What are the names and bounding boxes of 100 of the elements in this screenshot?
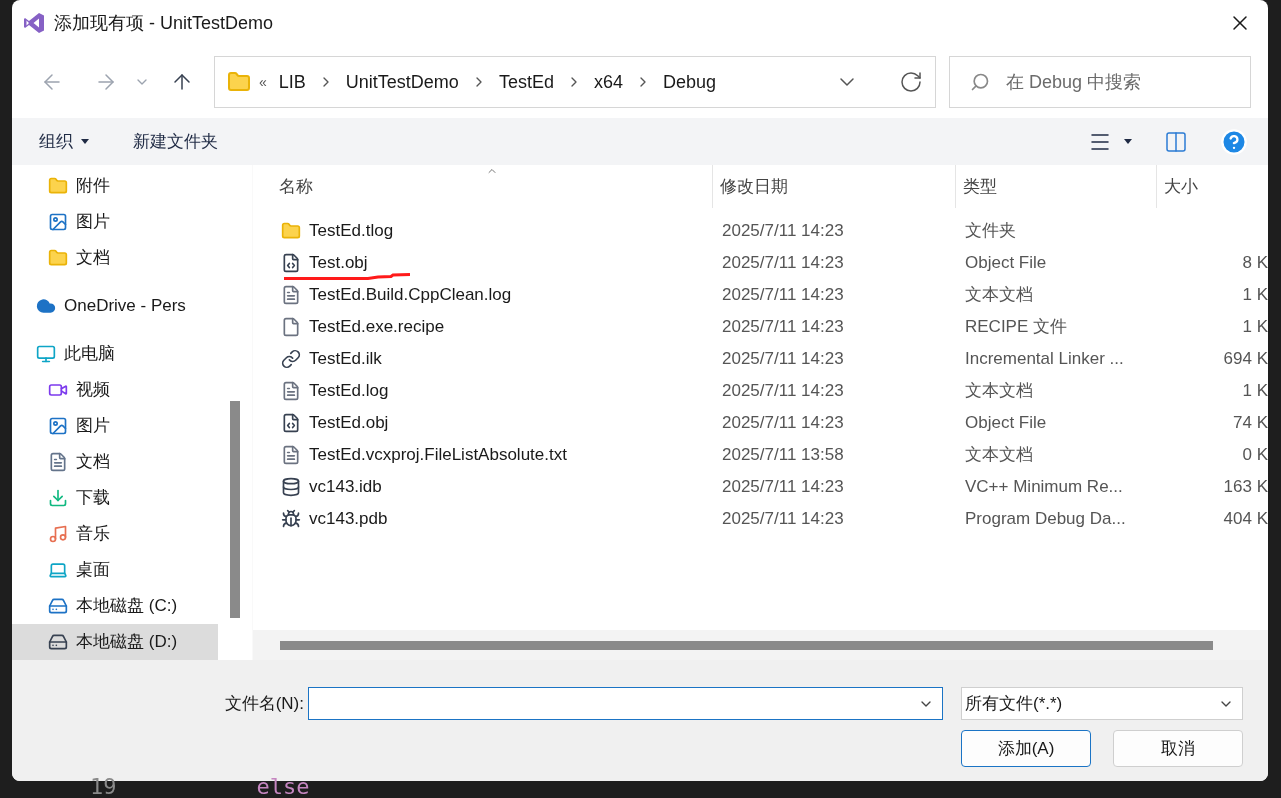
file-size: 74 K xyxy=(1233,412,1268,435)
modified-date: 2025/7/11 14:23 xyxy=(721,476,845,499)
column-header[interactable]: 类型 xyxy=(956,165,1157,208)
help-icon[interactable] xyxy=(1220,127,1248,156)
organize-button[interactable]: 组织 xyxy=(39,128,89,155)
file-size: 694 K xyxy=(1223,348,1268,371)
search-input[interactable]: 在 Debug 中搜索 xyxy=(1006,68,1236,96)
modified-date: 2025/7/11 14:23 xyxy=(721,284,845,307)
file-size: 404 K xyxy=(1223,508,1268,531)
address-bar[interactable]: « LIB UnitTestDemo TestEd x64 Debug xyxy=(214,56,936,108)
file-type: 文件夹 xyxy=(964,220,1017,243)
sidebar-item[interactable]: 附件 xyxy=(12,168,218,204)
new-folder-button[interactable]: 新建文件夹 xyxy=(133,128,218,155)
filename-label: 文件名(N): xyxy=(223,692,304,715)
file-size: 1 K xyxy=(1242,380,1268,403)
line-number: 19 xyxy=(90,776,117,798)
debug-file-icon xyxy=(281,509,301,529)
dialog-button[interactable]: 取消 xyxy=(1113,730,1243,767)
sidebar-item[interactable]: 音乐 xyxy=(12,516,218,552)
modified-date: 2025/7/11 14:23 xyxy=(721,380,845,403)
download-icon xyxy=(48,488,68,508)
file-name: TestEd.exe.recipe xyxy=(309,316,445,339)
file-name: TestEd.Build.CppClean.log xyxy=(309,284,512,307)
breadcrumb[interactable]: TestEd xyxy=(494,68,558,96)
picture-icon xyxy=(48,416,68,436)
column-header[interactable]: 修改日期 xyxy=(713,165,956,208)
search-icon xyxy=(970,72,990,92)
file-type-dropdown[interactable]: 所有文件(*.*) xyxy=(961,687,1243,720)
desktop-icon xyxy=(48,560,68,580)
sidebar-item[interactable]: 图片 xyxy=(12,408,218,444)
file-row[interactable]: TestEd.obj 2025/7/11 14:23 Object File 74 K xyxy=(253,407,1268,439)
file-name: TestEd.log xyxy=(309,380,389,403)
file-row[interactable]: TestEd.tlog 2025/7/11 14:23 文件夹 xyxy=(253,215,1268,247)
sidebar-item[interactable]: 文档 xyxy=(12,240,218,276)
caret-icon xyxy=(81,139,89,144)
scrollbar-thumb[interactable] xyxy=(230,401,240,618)
file-name: TestEd.obj xyxy=(309,412,389,435)
modified-date: 2025/7/11 13:58 xyxy=(721,444,845,467)
search-field[interactable]: 在 Debug 中搜索 xyxy=(949,56,1251,108)
column-header[interactable]: 名称 xyxy=(253,165,713,208)
file-size: 0 K xyxy=(1242,444,1268,467)
sidebar-item[interactable]: OneDrive - Pers xyxy=(12,288,218,324)
picture-icon xyxy=(48,212,68,232)
file-row[interactable]: TestEd.log 2025/7/11 14:23 文本文档 1 K xyxy=(253,375,1268,407)
breadcrumb[interactable]: x64 xyxy=(589,68,627,96)
document-icon xyxy=(48,452,68,472)
file-row[interactable]: TestEd.vcxproj.FileListAbsolute.txt 2025/7/11 13:58 文本文档 0 K xyxy=(253,439,1268,471)
breadcrumb[interactable]: Debug xyxy=(658,68,720,96)
object-file-icon xyxy=(281,413,301,433)
breadcrumb-overflow[interactable]: « xyxy=(259,71,267,93)
breadcrumb[interactable]: UnitTestDemo xyxy=(341,68,463,96)
file-row[interactable]: TestEd.exe.recipe 2025/7/11 14:23 RECIPE 文件 1 K xyxy=(253,311,1268,343)
database-icon xyxy=(281,477,301,497)
file-row[interactable]: TestEd.ilk 2025/7/11 14:23 Incremental Linker ... 694 K xyxy=(253,343,1268,375)
file-size: 163 K xyxy=(1223,476,1268,499)
preview-pane-icon[interactable] xyxy=(1164,129,1188,154)
sidebar-item[interactable]: 文档 xyxy=(12,444,218,480)
file-type: RECIPE 文件 xyxy=(964,316,1069,339)
breadcrumb[interactable]: LIB xyxy=(274,68,310,96)
filename-input[interactable] xyxy=(308,687,943,720)
file-size: 8 K xyxy=(1242,252,1268,275)
sidebar-item[interactable]: 此电脑 xyxy=(12,336,218,372)
modified-date: 2025/7/11 14:23 xyxy=(721,348,845,371)
dialog-button[interactable]: 添加(A) xyxy=(961,730,1091,767)
file-type: Object File xyxy=(964,252,1048,275)
file-type: 文本文档 xyxy=(964,284,1034,307)
modified-date: 2025/7/11 14:23 xyxy=(721,412,845,435)
refresh-icon[interactable] xyxy=(899,70,923,94)
file-size: 1 K xyxy=(1242,316,1268,339)
sidebar-item[interactable]: 下载 xyxy=(12,480,218,516)
sidebar-item[interactable]: 视频 xyxy=(12,372,218,408)
column-header[interactable]: 大小 xyxy=(1157,165,1268,208)
file-row[interactable]: vc143.idb 2025/7/11 14:23 VC++ Minimum Re... 163 K xyxy=(253,471,1268,503)
horizontal-scrollbar-thumb[interactable] xyxy=(280,640,1213,650)
drive-icon xyxy=(48,632,68,652)
sidebar-item[interactable]: 桌面 xyxy=(12,552,218,588)
file-type: Incremental Linker ... xyxy=(964,348,1125,371)
text-file-icon xyxy=(281,285,301,305)
sidebar-item[interactable]: 本地磁盘 (C:) xyxy=(12,588,218,624)
folder-icon xyxy=(48,176,68,196)
sidebar-item[interactable]: 本地磁盘 (D:) xyxy=(12,624,218,660)
file-row[interactable]: Test.obj 2025/7/11 14:23 Object File 8 K xyxy=(253,247,1268,279)
file-name: Test.obj xyxy=(309,252,368,275)
file-name: TestEd.vcxproj.FileListAbsolute.txt xyxy=(309,444,567,467)
file-row[interactable]: vc143.pdb 2025/7/11 14:23 Program Debug Da... 404 K xyxy=(253,503,1268,535)
caret-icon[interactable] xyxy=(1124,139,1132,144)
file-type: VC++ Minimum Re... xyxy=(964,476,1124,499)
monitor-icon xyxy=(36,344,56,364)
file-type: Object File xyxy=(964,412,1048,435)
folder-icon xyxy=(227,70,251,94)
modified-date: 2025/7/11 14:23 xyxy=(721,508,845,531)
drive-icon xyxy=(48,596,68,616)
modified-date: 2025/7/11 14:23 xyxy=(721,252,845,275)
file-row[interactable]: TestEd.Build.CppClean.log 2025/7/11 14:23 文本文档 1 K xyxy=(253,279,1268,311)
cloud-icon xyxy=(36,296,56,316)
folder-icon xyxy=(48,248,68,268)
file-name: vc143.pdb xyxy=(309,508,388,531)
file-name: vc143.idb xyxy=(309,476,382,499)
file-size: 1 K xyxy=(1242,284,1268,307)
sidebar-item[interactable]: 图片 xyxy=(12,204,218,240)
